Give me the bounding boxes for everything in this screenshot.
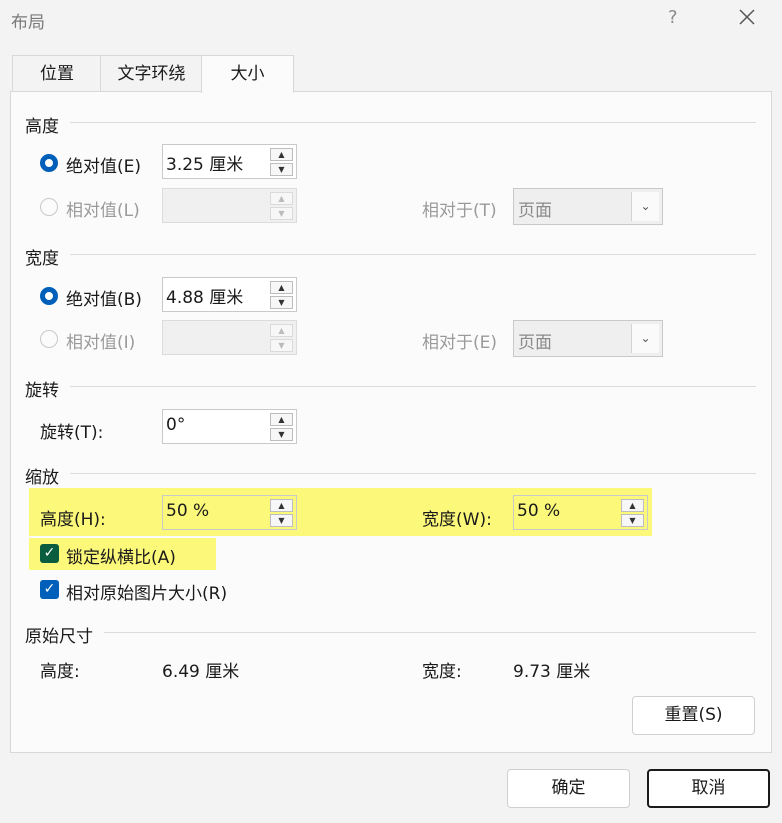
scale-height-value[interactable]: 50 % [166,501,209,521]
scale-height-label: 高度(H): [40,510,106,530]
height-relative-radio[interactable] [40,198,58,216]
height-absolute-value[interactable]: 3.25 厘米 [166,150,243,175]
spin-down-icon[interactable]: ▼ [270,163,293,176]
divider [70,386,756,387]
original-height-value: 6.49 厘米 [162,662,240,682]
spin-down-icon[interactable]: ▼ [270,428,293,441]
height-relative-to-select[interactable]: 页面 ⌄ [513,188,663,225]
rotation-value[interactable]: 0° [166,415,185,435]
spin-down-icon[interactable]: ▼ [270,339,293,352]
height-relative-spinner[interactable]: ▲ ▼ [162,188,297,223]
width-absolute-radio[interactable] [40,287,58,305]
divider [70,473,756,474]
width-relative-label: 相对值(I) [66,333,136,353]
spin-up-icon[interactable]: ▲ [270,499,293,512]
rotation-label: 旋转(T): [40,423,104,443]
spin-up-icon[interactable]: ▲ [270,413,293,426]
divider [70,122,756,123]
chevron-down-icon[interactable]: ⌄ [631,192,659,221]
width-absolute-value[interactable]: 4.88 厘米 [166,283,243,308]
original-width-label: 宽度: [422,662,462,682]
height-absolute-spinner[interactable]: 3.25 厘米 ▲ ▼ [162,144,297,179]
scale-height-spinner[interactable]: 50 % ▲ ▼ [162,495,297,530]
height-relative-to-value: 页面 [518,201,552,221]
spin-down-icon[interactable]: ▼ [270,296,293,309]
divider [70,254,756,255]
width-relative-to-label: 相对于(E) [422,333,498,353]
width-relative-to-value: 页面 [518,333,552,353]
scale-width-label: 宽度(W): [422,510,492,530]
height-relative-label: 相对值(L) [66,201,140,221]
width-relative-radio[interactable] [40,330,58,348]
width-relative-to-select[interactable]: 页面 ⌄ [513,320,663,357]
spin-up-icon[interactable]: ▲ [270,324,293,337]
close-icon[interactable] [736,6,758,28]
tab-text-wrapping[interactable]: 文字环绕 [100,55,203,92]
spin-up-icon[interactable]: ▲ [270,148,293,161]
scale-section-title: 缩放 [25,468,59,488]
spin-down-icon[interactable]: ▼ [621,514,644,527]
spin-up-icon[interactable]: ▲ [270,192,293,205]
dialog-title: 布局 [11,13,45,33]
divider [104,632,756,633]
width-absolute-spinner[interactable]: 4.88 厘米 ▲ ▼ [162,277,297,312]
spin-up-icon[interactable]: ▲ [270,281,293,294]
width-absolute-label: 绝对值(B) [66,290,142,310]
spin-down-icon[interactable]: ▼ [270,514,293,527]
relative-original-checkbox[interactable]: ✓ [40,580,59,599]
lock-aspect-checkbox[interactable]: ✓ [40,544,59,563]
tab-size[interactable]: 大小 [201,55,294,93]
reset-button[interactable]: 重置(S) [632,696,755,735]
original-width-value: 9.73 厘米 [513,662,591,682]
width-relative-spinner[interactable]: ▲ ▼ [162,320,297,355]
help-button[interactable]: ? [668,7,678,28]
height-section-title: 高度 [25,117,59,137]
height-relative-to-label: 相对于(T) [422,201,497,221]
chevron-down-icon[interactable]: ⌄ [631,324,659,353]
original-height-label: 高度: [40,662,80,682]
rotation-spinner[interactable]: 0° ▲ ▼ [162,409,297,444]
width-section-title: 宽度 [25,249,59,269]
ok-button[interactable]: 确定 [507,769,630,808]
height-absolute-label: 绝对值(E) [66,157,142,177]
scale-width-spinner[interactable]: 50 % ▲ ▼ [513,495,648,530]
spin-up-icon[interactable]: ▲ [621,499,644,512]
cancel-button[interactable]: 取消 [647,769,770,808]
height-absolute-radio[interactable] [40,154,58,172]
rotation-section-title: 旋转 [25,381,59,401]
relative-original-label[interactable]: 相对原始图片大小(R) [66,579,227,604]
scale-width-value[interactable]: 50 % [517,501,560,521]
spin-down-icon[interactable]: ▼ [270,207,293,220]
original-section-title: 原始尺寸 [25,627,93,647]
lock-aspect-label[interactable]: 锁定纵横比(A) [66,543,176,568]
tab-position[interactable]: 位置 [12,55,102,92]
